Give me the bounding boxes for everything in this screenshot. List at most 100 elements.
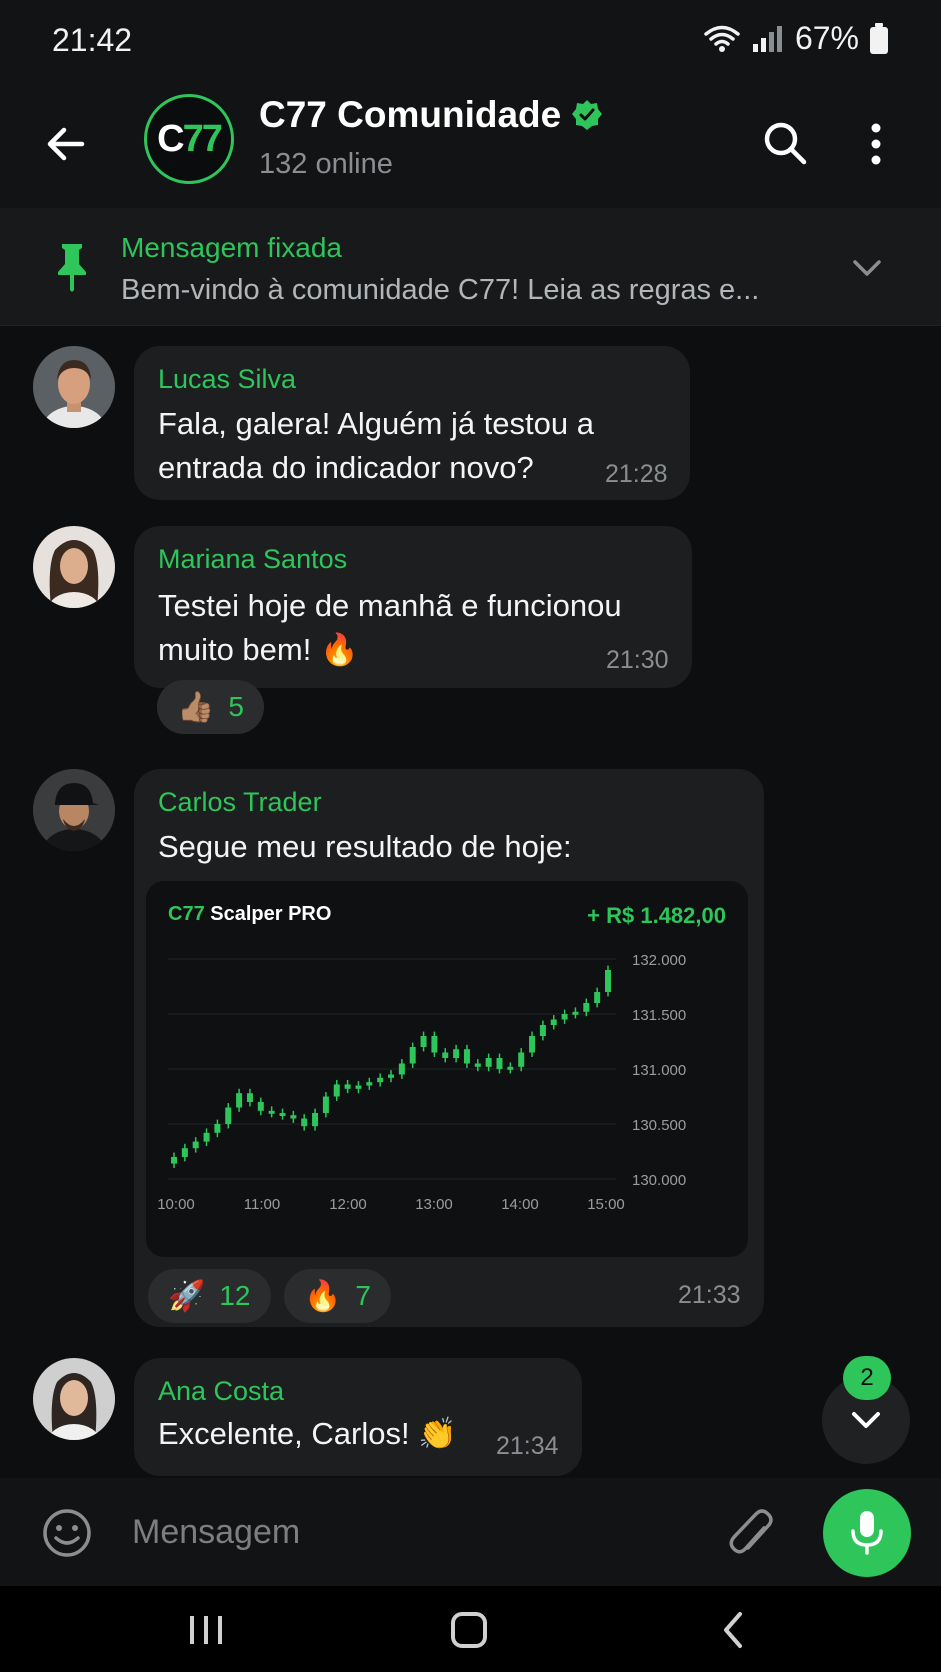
candle-body [225, 1107, 232, 1124]
x-tick-label: 15:00 [587, 1196, 625, 1213]
message-text-line: Testei hoje de manhã e funcionou [158, 588, 622, 623]
pinned-message-banner[interactable]: Mensagem fixada Bem-vindo à comunidade C… [0, 208, 941, 326]
candle-body [192, 1141, 199, 1149]
candle-body [214, 1124, 221, 1133]
status-time: 21:42 [52, 22, 133, 58]
thumbs-up-emoji: 👍🏽 [177, 690, 215, 724]
paperclip-icon[interactable] [726, 1502, 776, 1562]
candle-body [539, 1025, 546, 1036]
message-time: 21:33 [678, 1281, 741, 1309]
avatar-ana-costa[interactable] [33, 1358, 115, 1440]
home-icon[interactable] [449, 1610, 489, 1650]
voice-record-button[interactable] [823, 1489, 911, 1577]
candle-body [203, 1132, 210, 1142]
candle-body [594, 992, 601, 1003]
x-tick-label: 12:00 [329, 1196, 367, 1213]
reaction-chip[interactable]: 🔥 7 [284, 1269, 391, 1323]
pinned-title: Mensagem fixada [121, 232, 343, 263]
chevron-down-icon[interactable] [849, 250, 885, 286]
x-tick-label: 13:00 [415, 1196, 453, 1213]
pinned-preview: Bem-vindo à comunidade C77! Leia as regr… [121, 274, 760, 306]
candle-body [496, 1058, 503, 1069]
candle-body [561, 1014, 568, 1020]
candle-body [453, 1049, 460, 1058]
x-tick-label: 11:00 [244, 1196, 280, 1213]
message-bubble[interactable]: Lucas Silva Fala, galera! Alguém já test… [134, 346, 690, 500]
candle-body [398, 1063, 405, 1075]
candle-body [257, 1102, 264, 1111]
y-tick-label: 131.500 [632, 1007, 686, 1024]
candle-body [246, 1093, 253, 1102]
candle-body [518, 1052, 525, 1067]
message-bubble[interactable]: Mariana Santos Testei hoje de manhã e fu… [134, 526, 692, 688]
back-arrow-icon[interactable] [40, 114, 100, 174]
trading-result-card[interactable]: C77 Scalper PRO + R$ 1.482,00 132.000 131… [146, 881, 748, 1257]
message-bubble-with-chart[interactable]: Carlos Trader Segue meu resultado de hoj… [134, 769, 764, 1327]
message-input[interactable] [132, 1504, 692, 1560]
candle-body [268, 1110, 275, 1114]
card-brand: C77 Scalper PRO [168, 903, 331, 926]
candle-body [409, 1047, 416, 1064]
message-input-bar [0, 1478, 941, 1586]
message-time: 21:30 [606, 646, 669, 674]
candle-body [605, 970, 611, 992]
battery-icon [870, 22, 888, 54]
person-avatar-icon [33, 526, 115, 608]
y-tick-label: 130.000 [632, 1172, 686, 1189]
signal-icon [752, 25, 782, 52]
avatar-digits: 77 [182, 117, 223, 160]
pin-icon [58, 244, 86, 292]
wifi-icon [704, 25, 740, 52]
avatar-mariana-santos[interactable] [33, 526, 115, 608]
online-count: 132 online [259, 148, 393, 180]
group-avatar[interactable]: C 77 [144, 94, 234, 184]
sender-name: Ana Costa [158, 1376, 285, 1406]
reaction-chip[interactable]: 🚀 12 [148, 1269, 271, 1323]
candle-body [181, 1148, 188, 1157]
reaction-count: 7 [355, 1280, 371, 1311]
back-nav-icon[interactable] [718, 1610, 748, 1650]
sender-name: Carlos Trader [158, 787, 322, 817]
candle-body [355, 1085, 362, 1089]
candle-body [572, 1011, 579, 1015]
candle-body [322, 1096, 329, 1113]
candle-body [485, 1058, 492, 1067]
fire-emoji: 🔥 [304, 1279, 342, 1313]
microphone-icon [851, 1511, 883, 1555]
emoji-icon[interactable] [40, 1506, 94, 1560]
candle-body [366, 1082, 373, 1086]
chat-title-text: C77 Comunidade [259, 94, 562, 135]
avatar-letter: C [157, 117, 184, 160]
message-text-line: muito bem! 🔥 [158, 632, 359, 667]
message-text-line: Fala, galera! Alguém já testou a [158, 406, 594, 441]
candlestick-chart: 132.000 131.500 131.000 130.500 130.000 10:00… [157, 952, 686, 1213]
profit-value: + R$ 1.482,00 [587, 903, 726, 928]
candle-body [431, 1036, 438, 1053]
x-tick-label: 14:00 [501, 1196, 539, 1213]
more-options-icon[interactable] [858, 116, 894, 172]
reaction-chip[interactable]: 👍🏽 5 [157, 680, 264, 734]
person-avatar-icon [33, 346, 115, 428]
search-icon[interactable] [758, 116, 814, 172]
unread-badge: 2 [843, 1356, 891, 1400]
candle-body [333, 1084, 340, 1097]
avatar-lucas-silva[interactable] [33, 346, 115, 428]
candle-body [171, 1157, 177, 1164]
chevron-down-icon [852, 1412, 880, 1428]
candle-body [442, 1052, 449, 1058]
message-bubble[interactable]: Ana Costa Excelente, Carlos! 👏 21:34 [134, 1358, 582, 1476]
verified-badge-icon [572, 100, 603, 130]
candle-body [301, 1118, 308, 1127]
message-text-line: Excelente, Carlos! 👏 [158, 1416, 457, 1451]
candle-body [529, 1036, 536, 1053]
recent-apps-icon[interactable] [186, 1612, 226, 1648]
avatar-carlos-trader[interactable] [33, 769, 115, 851]
message-text-line: Segue meu resultado de hoje: [158, 829, 572, 864]
chat-title[interactable]: C77 Comunidade [259, 94, 603, 136]
y-tick-label: 131.000 [632, 1062, 686, 1079]
x-tick-label: 10:00 [157, 1196, 195, 1213]
rocket-emoji: 🚀 [168, 1279, 206, 1313]
message-time: 21:28 [605, 460, 668, 488]
y-tick-label: 132.000 [632, 952, 686, 969]
candle-body [583, 1003, 590, 1012]
